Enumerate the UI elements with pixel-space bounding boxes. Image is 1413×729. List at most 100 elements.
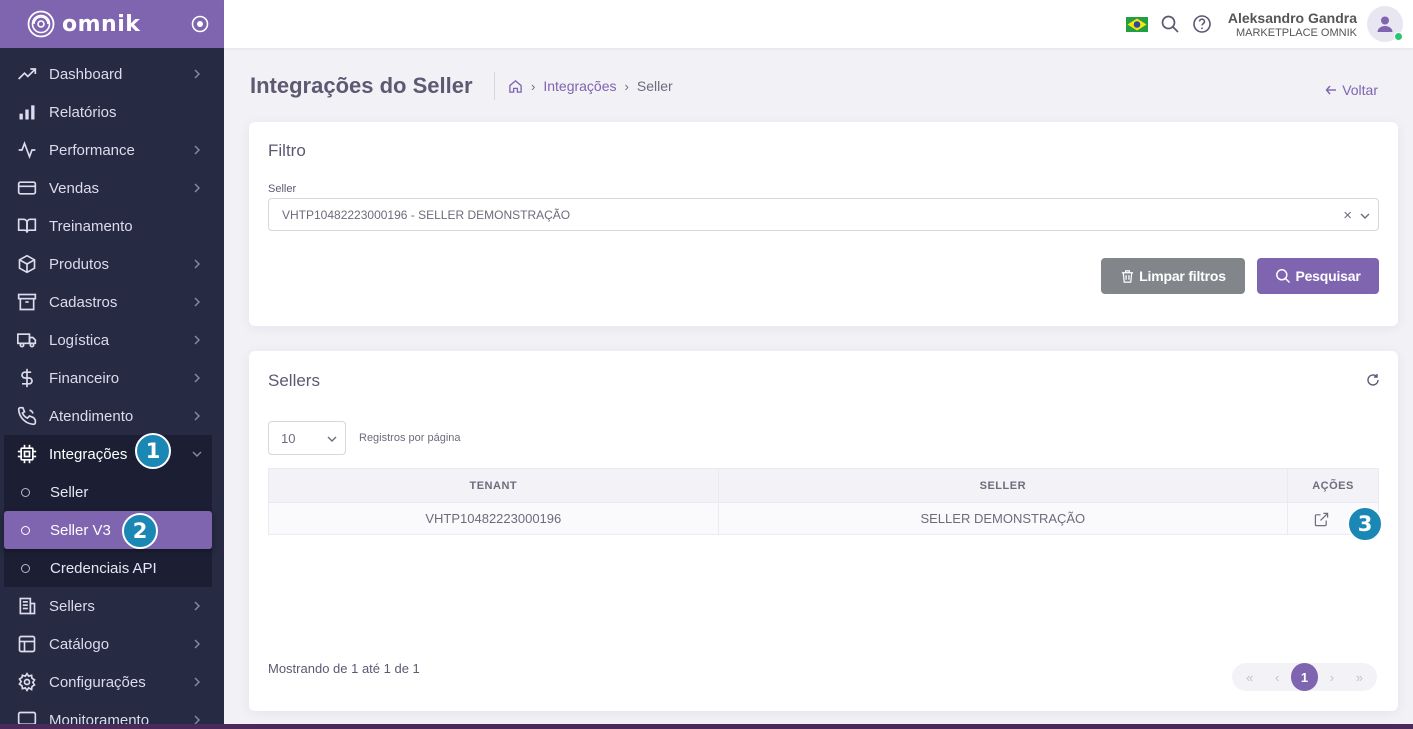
brand-logo[interactable]: omnik <box>26 9 140 39</box>
topbar-actions: Aleksandro Gandra MARKETPLACE OMNIK <box>1125 0 1403 48</box>
table-header-row: TENANT SELLER AÇÕES <box>268 468 1379 503</box>
sidebar-subitem-label: Seller <box>50 483 89 501</box>
column-header-acoes: AÇÕES <box>1287 468 1379 503</box>
sidebar-item-configuracoes[interactable]: Configurações <box>0 663 224 701</box>
sidebar-item-vendas[interactable]: Vendas <box>0 169 224 207</box>
pagination: « ‹ 1 › » <box>1232 663 1377 691</box>
sidebar-item-performance[interactable]: Performance <box>0 131 224 169</box>
column-header-tenant[interactable]: TENANT <box>268 468 719 503</box>
box-icon <box>16 253 38 275</box>
pagination-page-1[interactable]: 1 <box>1290 663 1319 691</box>
brand-name: omnik <box>62 11 141 37</box>
activity-icon <box>16 139 38 161</box>
sidebar-item-catalogo[interactable]: Catálogo <box>0 625 224 663</box>
sidebar-item-produtos[interactable]: Produtos <box>0 245 224 283</box>
back-link[interactable]: Voltar <box>1325 82 1378 98</box>
sidebar-toggle-icon[interactable] <box>190 14 210 34</box>
chevron-right-icon <box>194 411 200 421</box>
breadcrumb-integracoes[interactable]: Integrações <box>543 78 616 94</box>
sellers-title: Sellers <box>268 371 320 390</box>
chevron-right-icon <box>194 183 200 193</box>
sidebar-item-financeiro[interactable]: Financeiro <box>0 359 224 397</box>
chevron-right-icon <box>194 69 200 79</box>
sidebar-item-label: Dashboard <box>49 65 123 83</box>
sidebar-item-atendimento[interactable]: Atendimento <box>0 397 224 435</box>
chevron-down-icon <box>327 436 337 442</box>
filter-title: Filtro <box>268 141 306 160</box>
search-icon <box>1276 269 1291 284</box>
sidebar-subitem-label: Credenciais API <box>50 559 157 577</box>
seller-select[interactable]: VHTP10482223000196 - SELLER DEMONSTRAÇÃO… <box>268 198 1379 231</box>
clear-filters-button[interactable]: Limpar filtros <box>1101 258 1245 294</box>
sidebar-item-label: Vendas <box>49 179 100 197</box>
truck-icon <box>16 329 38 351</box>
title-divider <box>494 72 495 100</box>
user-icon <box>1377 16 1393 32</box>
layout-icon <box>16 633 38 655</box>
per-page-select[interactable]: 10 <box>268 421 346 455</box>
sidebar-item-label: Treinamento <box>49 217 133 235</box>
arrow-left-icon <box>1325 85 1337 95</box>
sidebar-item-label: Financeiro <box>49 369 120 387</box>
sidebar-item-treinamento[interactable]: Treinamento <box>0 207 224 245</box>
external-link-icon[interactable] <box>1314 512 1329 527</box>
chevron-right-icon <box>194 335 200 345</box>
dollar-icon <box>16 367 38 389</box>
circle-icon <box>21 563 30 573</box>
settings-icon <box>16 671 38 693</box>
circle-icon <box>21 487 30 497</box>
table-row: VHTP10482223000196 SELLER DEMONSTRAÇÃO <box>268 502 1379 535</box>
chevron-right-icon <box>194 601 200 611</box>
step-badge-2: 2 <box>122 513 158 549</box>
sidebar-subitem-label: Seller V3 <box>50 521 111 539</box>
refresh-icon[interactable] <box>1366 373 1380 387</box>
chevron-right-icon <box>194 145 200 155</box>
sellers-card: Sellers 10 Registros por página TENANT S… <box>249 351 1398 711</box>
sidebar-item-label: Performance <box>49 141 135 159</box>
home-icon[interactable] <box>508 79 523 94</box>
building-icon <box>16 595 38 617</box>
online-status-dot <box>1394 32 1403 41</box>
chevron-right-icon <box>194 259 200 269</box>
brazil-flag-icon[interactable] <box>1125 16 1148 32</box>
column-header-seller[interactable]: SELLER <box>717 468 1289 503</box>
pagination-last[interactable]: » <box>1346 663 1373 691</box>
sidebar: omnik Dashboard Relatórios Performance V… <box>0 0 224 729</box>
sidebar-item-label: Cadastros <box>49 293 118 311</box>
breadcrumb: › Integrações › Seller <box>508 78 673 94</box>
phone-call-icon <box>16 405 38 427</box>
bar-chart-icon <box>16 101 38 123</box>
sidebar-item-dashboard[interactable]: Dashboard <box>0 55 224 93</box>
avatar[interactable] <box>1367 6 1403 42</box>
breadcrumb-current: Seller <box>636 78 673 94</box>
sidebar-item-label: Integrações <box>49 445 128 463</box>
user-name: Aleksandro Gandra <box>1227 9 1357 26</box>
sidebar-subitem-credenciais-api[interactable]: Credenciais API <box>4 549 212 587</box>
chevron-down-icon[interactable] <box>1360 211 1370 221</box>
search-icon[interactable] <box>1160 14 1180 34</box>
sidebar-item-cadastros[interactable]: Cadastros <box>0 283 224 321</box>
sidebar-subitem-seller[interactable]: Seller <box>4 473 212 511</box>
sidebar-item-label: Produtos <box>49 255 110 273</box>
omnik-logo-icon <box>27 10 55 38</box>
sidebar-item-relatorios[interactable]: Relatórios <box>0 93 224 131</box>
sidebar-item-logistica[interactable]: Logística <box>0 321 224 359</box>
sidebar-item-label: Relatórios <box>49 103 117 121</box>
chevron-right-icon <box>194 297 200 307</box>
cell-tenant: VHTP10482223000196 <box>268 502 719 535</box>
step-badge-1: 1 <box>135 433 171 469</box>
pagination-next[interactable]: › <box>1318 663 1345 691</box>
seller-field-label: Seller <box>268 183 297 195</box>
search-button[interactable]: Pesquisar <box>1257 258 1379 294</box>
sidebar-subitem-seller-v3[interactable]: Seller V3 <box>4 511 212 549</box>
user-info[interactable]: Aleksandro Gandra MARKETPLACE OMNIK <box>1228 10 1357 39</box>
sidebar-item-label: Catálogo <box>49 635 110 653</box>
help-icon[interactable] <box>1192 14 1212 34</box>
pagination-first[interactable]: « <box>1236 663 1263 691</box>
page-title: Integrações do Seller <box>250 73 473 98</box>
sidebar-item-integracoes[interactable]: Integrações <box>4 435 212 473</box>
clear-selection-icon[interactable]: × <box>1343 207 1352 224</box>
pagination-prev[interactable]: ‹ <box>1263 663 1290 691</box>
sidebar-item-sellers[interactable]: Sellers <box>0 587 224 625</box>
sellers-table: TENANT SELLER AÇÕES VHTP10482223000196 S… <box>268 468 1379 535</box>
